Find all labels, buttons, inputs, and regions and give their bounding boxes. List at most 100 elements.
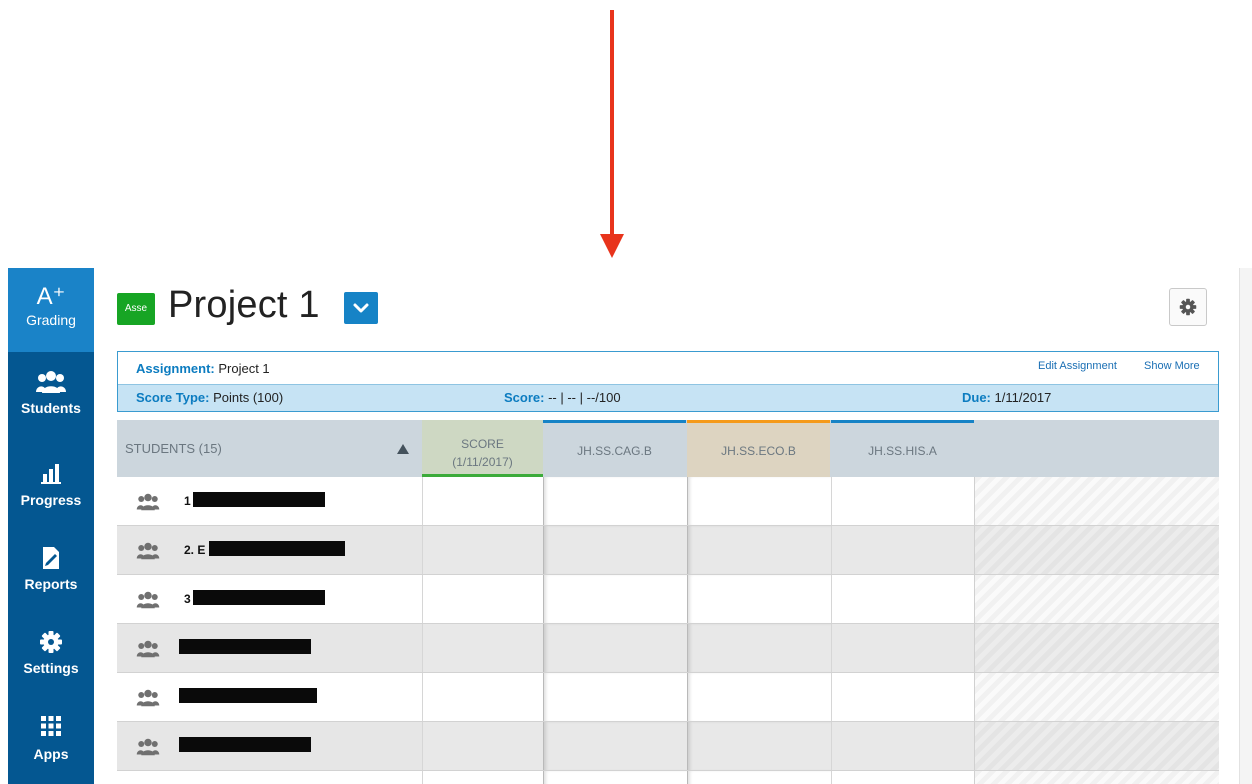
- disabled-area: [974, 624, 1219, 673]
- standard-cell[interactable]: [543, 575, 687, 624]
- student-group-icon: [136, 689, 160, 707]
- standard-cell[interactable]: [831, 526, 974, 575]
- redacted-student-name: [193, 590, 325, 605]
- standard-cell[interactable]: [687, 771, 831, 784]
- table-row[interactable]: [117, 771, 1219, 784]
- settings-gear-button[interactable]: [1169, 288, 1207, 326]
- standard-cell[interactable]: [831, 624, 974, 673]
- sidebar-item-label: Progress: [20, 492, 82, 508]
- score-cell[interactable]: [422, 673, 543, 722]
- standard-column-header-his[interactable]: JH.SS.HIS.A: [831, 420, 974, 477]
- sort-ascending-icon[interactable]: [397, 444, 409, 454]
- standard-cell[interactable]: [831, 722, 974, 771]
- sidebar-item-progress[interactable]: Progress: [8, 448, 94, 532]
- student-number: 2. E: [184, 543, 206, 557]
- edit-assignment-link[interactable]: Edit Assignment: [1038, 360, 1117, 372]
- page-title: Project 1: [168, 284, 320, 326]
- standard-cell[interactable]: [543, 477, 687, 526]
- standard-cell[interactable]: [687, 575, 831, 624]
- score-header-line1: SCORE: [461, 437, 504, 451]
- score-cell[interactable]: [422, 526, 543, 575]
- page-scrollbar[interactable]: [1239, 268, 1252, 784]
- standard-column-header-cag[interactable]: JH.SS.CAG.B: [543, 420, 686, 477]
- apps-grid-icon: [8, 716, 94, 746]
- score-header-line2: (1/11/2017): [452, 455, 513, 469]
- standard-cell[interactable]: [831, 575, 974, 624]
- score-label: Score:: [504, 390, 545, 405]
- standard-cell[interactable]: [687, 526, 831, 575]
- student-group-icon: [136, 640, 160, 658]
- assignment-info-panel: Assignment: Project 1 Edit Assignment Sh…: [117, 351, 1219, 412]
- student-group-icon: [136, 542, 160, 560]
- standard-cell[interactable]: [831, 673, 974, 722]
- standard-cell[interactable]: [543, 624, 687, 673]
- disabled-area: [974, 673, 1219, 722]
- score-cell[interactable]: [422, 624, 543, 673]
- score-column-header[interactable]: SCORE (1/11/2017): [422, 420, 543, 477]
- score-cell[interactable]: [422, 477, 543, 526]
- standard-cell[interactable]: [543, 526, 687, 575]
- standard-cell[interactable]: [687, 673, 831, 722]
- score-cell[interactable]: [422, 722, 543, 771]
- standard-cell[interactable]: [687, 477, 831, 526]
- sidebar-item-grading[interactable]: A⁺ Grading: [8, 268, 94, 352]
- student-number: 1: [184, 494, 191, 508]
- table-row[interactable]: 3: [117, 575, 1219, 624]
- table-row[interactable]: [117, 673, 1219, 722]
- redacted-student-name: [179, 737, 311, 752]
- sidebar-item-label: Students: [21, 400, 81, 416]
- disabled-area: [974, 771, 1219, 784]
- bar-chart-icon: [8, 462, 94, 492]
- student-group-icon: [136, 738, 160, 756]
- sidebar-item-students[interactable]: Students: [8, 362, 94, 446]
- sidebar-item-settings[interactable]: Settings: [8, 620, 94, 704]
- sidebar-item-label: Reports: [24, 576, 78, 592]
- standard-cell[interactable]: [543, 771, 687, 784]
- standard-column-header-eco[interactable]: JH.SS.ECO.B: [687, 420, 830, 477]
- assignment-label: Assignment:: [136, 361, 215, 376]
- score-type-field: Score Type: Points (100): [136, 390, 283, 405]
- a-plus-icon: A⁺: [36, 283, 66, 310]
- score-type-value: Points (100): [213, 390, 284, 405]
- standard-cell[interactable]: [831, 477, 974, 526]
- assignment-dropdown-button[interactable]: [344, 292, 378, 324]
- disabled-area: [974, 575, 1219, 624]
- sidebar-item-reports[interactable]: Reports: [8, 534, 94, 618]
- screenshot-root: A⁺ Grading Students Progress Reports Set…: [0, 0, 1252, 784]
- assignment-details-row: Score Type: Points (100) Score: -- | -- …: [118, 384, 1218, 411]
- score-cell[interactable]: [422, 771, 543, 784]
- table-row[interactable]: 2. E: [117, 526, 1219, 575]
- due-field: Due: 1/11/2017: [962, 390, 1051, 405]
- redacted-student-name: [179, 639, 311, 654]
- sidebar-nav: A⁺ Grading Students Progress Reports Set…: [8, 268, 94, 784]
- score-type-label: Score Type:: [136, 390, 210, 405]
- sidebar-item-label: Apps: [33, 746, 69, 762]
- students-column-header[interactable]: STUDENTS (15): [117, 420, 422, 477]
- standard-cell[interactable]: [543, 722, 687, 771]
- sidebar-item-apps[interactable]: Apps: [8, 706, 94, 784]
- annotation-arrow-shaft: [610, 10, 614, 236]
- sidebar-item-label: Grading: [26, 312, 76, 328]
- due-label: Due:: [962, 390, 991, 405]
- redacted-student-name: [193, 492, 325, 507]
- assignment-field: Assignment: Project 1: [136, 361, 270, 376]
- disabled-area: [974, 526, 1219, 575]
- standard-cell[interactable]: [543, 673, 687, 722]
- standard-cell[interactable]: [687, 624, 831, 673]
- students-icon: [8, 370, 94, 400]
- show-more-link[interactable]: Show More: [1144, 360, 1200, 372]
- table-row[interactable]: [117, 722, 1219, 771]
- score-field: Score: -- | -- | --/100: [504, 390, 621, 405]
- disabled-area: [974, 722, 1219, 771]
- table-row[interactable]: [117, 624, 1219, 673]
- gradebook-table: STUDENTS (15) SCORE (1/11/2017) JH.SS.CA…: [117, 420, 1219, 784]
- standard-cell[interactable]: [831, 771, 974, 784]
- score-cell[interactable]: [422, 575, 543, 624]
- chevron-down-icon: [353, 303, 369, 313]
- redacted-student-name: [209, 541, 345, 556]
- students-header-label: STUDENTS (15): [125, 441, 222, 456]
- table-row[interactable]: 1: [117, 477, 1219, 526]
- due-value: 1/11/2017: [994, 390, 1052, 405]
- gear-icon: [1179, 298, 1197, 316]
- standard-cell[interactable]: [687, 722, 831, 771]
